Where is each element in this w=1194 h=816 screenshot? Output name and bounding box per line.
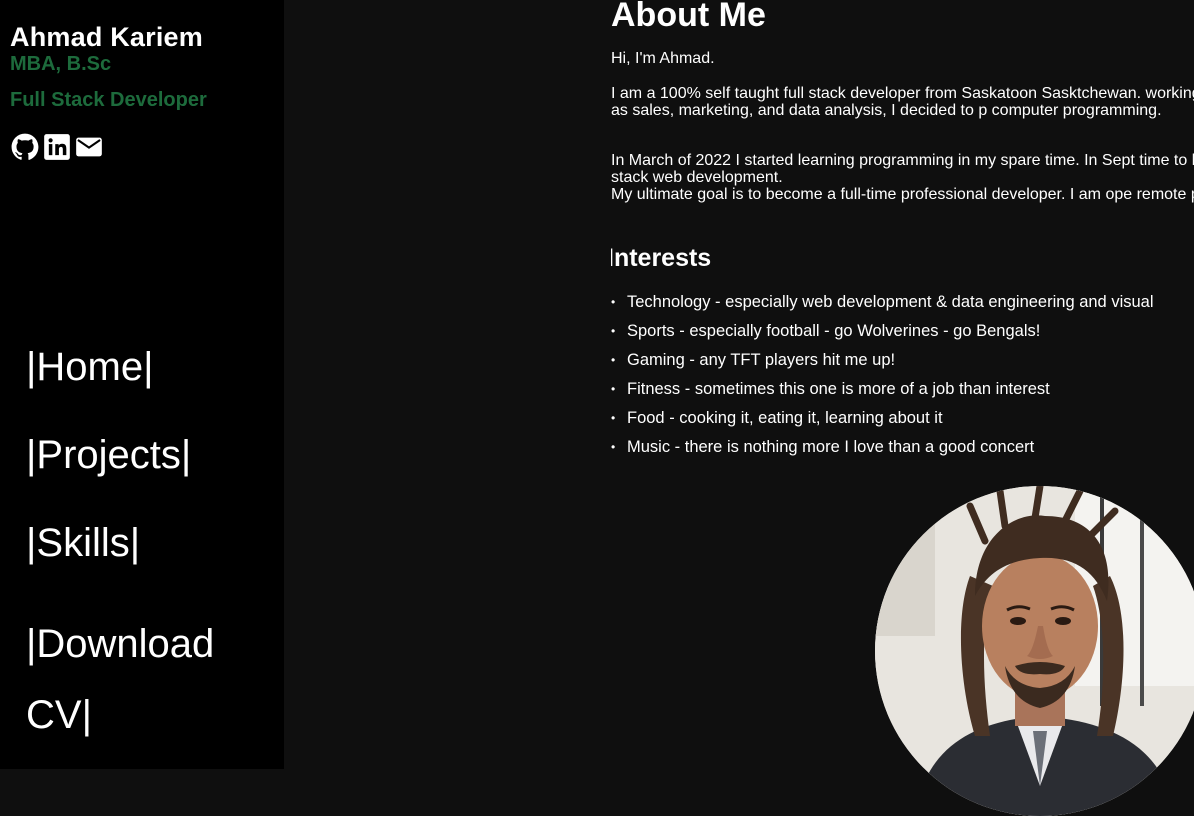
list-item: • Food - cooking it, eating it, learning … (611, 406, 1194, 435)
interests-list: • Technology - especially web development… (611, 290, 1194, 464)
journey-paragraph: In March of 2022 I started learning prog… (611, 152, 1194, 203)
bullet-icon: • (611, 295, 616, 309)
intro-paragraph: I am a 100% self taught full stack devel… (611, 85, 1194, 119)
profile-photo (875, 486, 1194, 816)
bullet-icon: • (611, 353, 616, 367)
profile-role: Full Stack Developer (10, 89, 207, 111)
list-item-text: Food - cooking it, eating it, learning a… (627, 409, 943, 427)
linkedin-icon (43, 133, 71, 161)
list-item-text: Technology - especially web development … (627, 293, 1154, 311)
bullet-icon: • (611, 440, 616, 454)
list-item-text: Gaming - any TFT players hit me up! (627, 351, 896, 369)
list-item: • Technology - especially web development… (611, 290, 1194, 319)
journey-line-1: In March of 2022 I started learning prog… (611, 152, 1194, 186)
nav-item-download-cv[interactable]: |Download CV| (26, 609, 256, 751)
interests-heading: Interests (611, 244, 712, 272)
social-links (11, 133, 103, 161)
github-link[interactable] (11, 133, 39, 161)
nav-item-skills[interactable]: |Skills| (26, 521, 140, 565)
list-item-text: Sports - especially football - go Wolver… (627, 322, 1041, 340)
bullet-icon: • (611, 324, 616, 338)
email-link[interactable] (75, 133, 103, 161)
journey-line-2: My ultimate goal is to become a full-tim… (611, 186, 1194, 203)
nav-item-home[interactable]: |Home| (26, 345, 153, 389)
sidebar: Ahmad Kariem MBA, B.Sc Full Stack Develo… (0, 0, 284, 769)
profile-degrees: MBA, B.Sc (10, 53, 112, 75)
email-icon (75, 133, 103, 161)
list-item: • Fitness - sometimes this one is more of… (611, 377, 1194, 406)
bullet-icon: • (611, 411, 616, 425)
page-title: About Me (611, 0, 766, 34)
profile-name: Ahmad Kariem (10, 22, 203, 52)
linkedin-link[interactable] (43, 133, 71, 161)
nav-item-projects[interactable]: |Projects| (26, 433, 191, 477)
list-item-text: Fitness - sometimes this one is more of … (627, 380, 1050, 398)
bullet-icon: • (611, 382, 616, 396)
list-item: • Sports - especially football - go Wolve… (611, 319, 1194, 348)
list-item: • Music - there is nothing more I love th… (611, 435, 1194, 464)
list-item-text: Music - there is nothing more I love tha… (627, 438, 1035, 456)
list-item: • Gaming - any TFT players hit me up! (611, 348, 1194, 377)
greeting-text: Hi, I'm Ahmad. (611, 50, 715, 67)
github-icon (11, 133, 39, 161)
